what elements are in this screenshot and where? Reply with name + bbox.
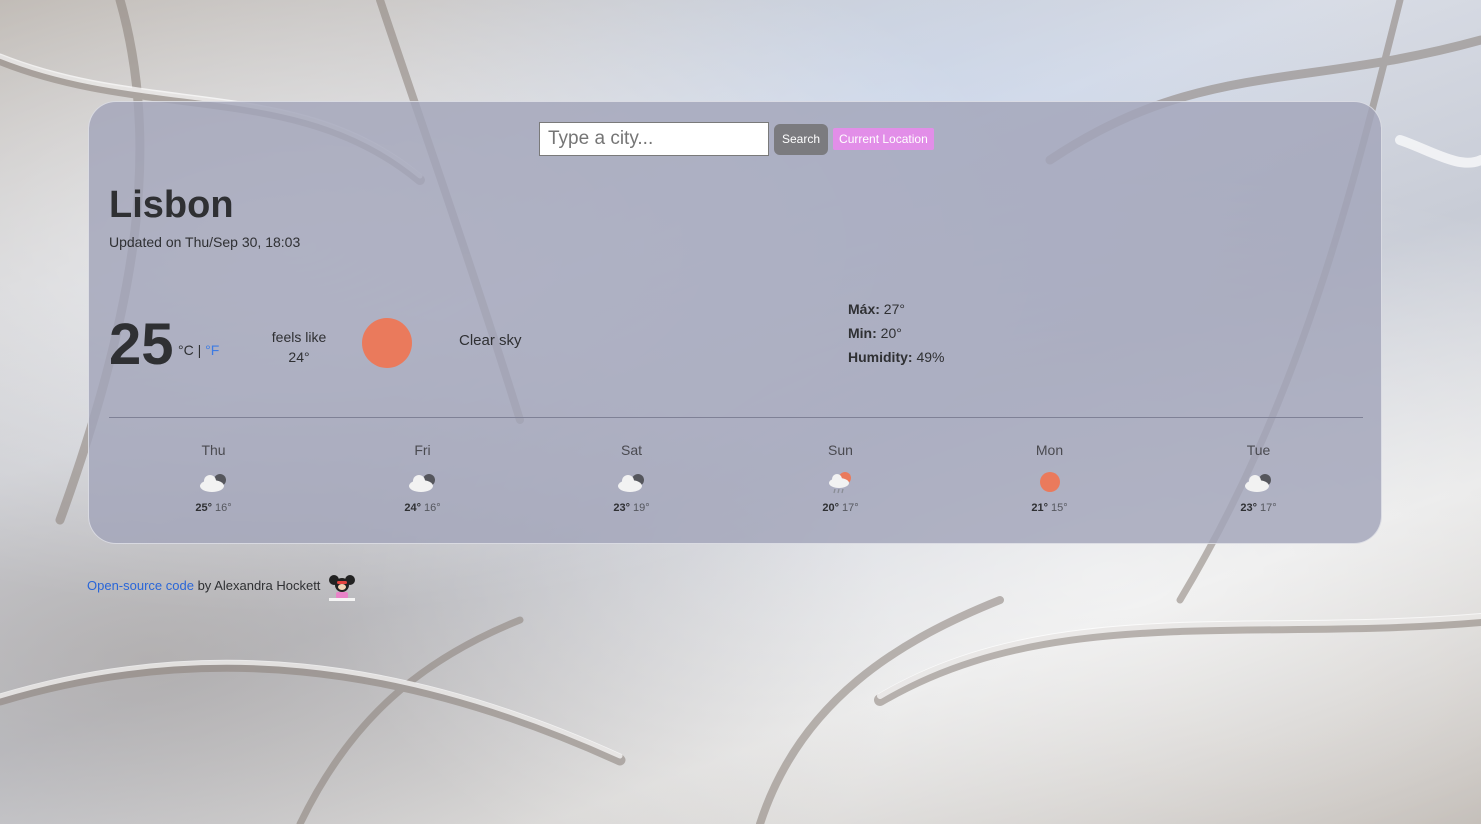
forecast-day-name: Sun xyxy=(828,442,853,458)
cloudy-icon xyxy=(199,474,226,492)
cloudy-icon xyxy=(1244,474,1271,492)
current-location-button[interactable]: Current Location xyxy=(833,128,934,150)
min-temp-row: Min: 20° xyxy=(848,321,944,345)
forecast-row: Thu 25° 16° Fri 24° 16° Sat 23° 19° Sun … xyxy=(109,442,1363,514)
forecast-min: 17° xyxy=(842,502,859,514)
forecast-temps: 25° 16° xyxy=(195,502,231,514)
forecast-temps: 21° 15° xyxy=(1031,502,1067,514)
forecast-min: 16° xyxy=(215,502,232,514)
forecast-max: 24° xyxy=(404,502,421,514)
forecast-max: 21° xyxy=(1031,502,1048,514)
city-search-input[interactable] xyxy=(539,122,769,156)
forecast-min: 16° xyxy=(424,502,441,514)
forecast-day: Tue 23° 17° xyxy=(1154,442,1363,514)
feels-like-label: feels like xyxy=(271,329,327,345)
forecast-day: Fri 24° 16° xyxy=(318,442,527,514)
forecast-temps: 23° 19° xyxy=(613,502,649,514)
min-temp-value: 20° xyxy=(880,325,902,341)
city-name: Lisbon xyxy=(109,184,234,226)
humidity-row: Humidity: 49% xyxy=(848,345,944,369)
celsius-unit[interactable]: °C xyxy=(178,342,194,358)
forecast-min: 19° xyxy=(633,502,650,514)
forecast-min: 15° xyxy=(1051,502,1068,514)
feels-like: feels like 24° xyxy=(269,327,329,367)
cloudy-icon xyxy=(617,474,644,492)
weather-card: Search Current Location Lisbon Updated o… xyxy=(88,101,1382,544)
max-temp-row: Máx: 27° xyxy=(848,297,944,321)
author-credit: by Alexandra Hockett xyxy=(193,578,321,593)
max-temp-label: Máx: xyxy=(848,301,880,317)
sun-icon xyxy=(1039,472,1060,492)
forecast-day-name: Sat xyxy=(620,442,642,458)
forecast-day: Thu 25° 16° xyxy=(109,442,318,514)
unit-separator: | xyxy=(197,342,202,358)
footer: Open-source code by Alexandra Hockett xyxy=(87,574,358,602)
weather-description: Clear sky xyxy=(459,332,522,349)
forecast-day: Sat 23° 19° xyxy=(527,442,736,514)
forecast-max: 20° xyxy=(822,502,839,514)
rain-sun-icon xyxy=(828,472,851,494)
forecast-min: 17° xyxy=(1260,502,1277,514)
forecast-day-name: Fri xyxy=(414,442,431,458)
fahrenheit-link[interactable]: °F xyxy=(205,342,219,358)
mouse-avatar-icon xyxy=(329,575,356,601)
search-button[interactable]: Search xyxy=(774,123,829,155)
forecast-max: 23° xyxy=(613,502,630,514)
search-form: Search Current Location xyxy=(539,122,934,156)
humidity-label: Humidity: xyxy=(848,349,913,365)
forecast-temps: 20° 17° xyxy=(822,502,858,514)
divider xyxy=(109,417,1363,418)
min-temp-label: Min: xyxy=(848,325,877,341)
open-source-link[interactable]: Open-source code xyxy=(87,578,194,593)
max-temp-value: 27° xyxy=(883,301,905,317)
forecast-temps: 24° 16° xyxy=(404,502,440,514)
humidity-value: 49% xyxy=(916,349,945,365)
current-temperature: 25 xyxy=(109,312,174,377)
unit-switch: °C | °F xyxy=(178,342,219,358)
feels-like-value: 24° xyxy=(288,349,310,365)
weather-stats: Máx: 27° Min: 20° Humidity: 49% xyxy=(848,297,944,369)
forecast-max: 23° xyxy=(1240,502,1257,514)
forecast-day-name: Mon xyxy=(1035,442,1064,458)
sun-icon xyxy=(362,318,412,368)
forecast-day-name: Thu xyxy=(201,442,226,458)
cloudy-icon xyxy=(408,474,435,492)
forecast-temps: 23° 17° xyxy=(1240,502,1276,514)
last-updated: Updated on Thu/Sep 30, 18:03 xyxy=(109,234,301,250)
forecast-day: Sun 20° 17° xyxy=(736,442,945,514)
forecast-day-name: Tue xyxy=(1246,442,1271,458)
forecast-max: 25° xyxy=(195,502,212,514)
forecast-day: Mon 21° 15° xyxy=(945,442,1154,514)
